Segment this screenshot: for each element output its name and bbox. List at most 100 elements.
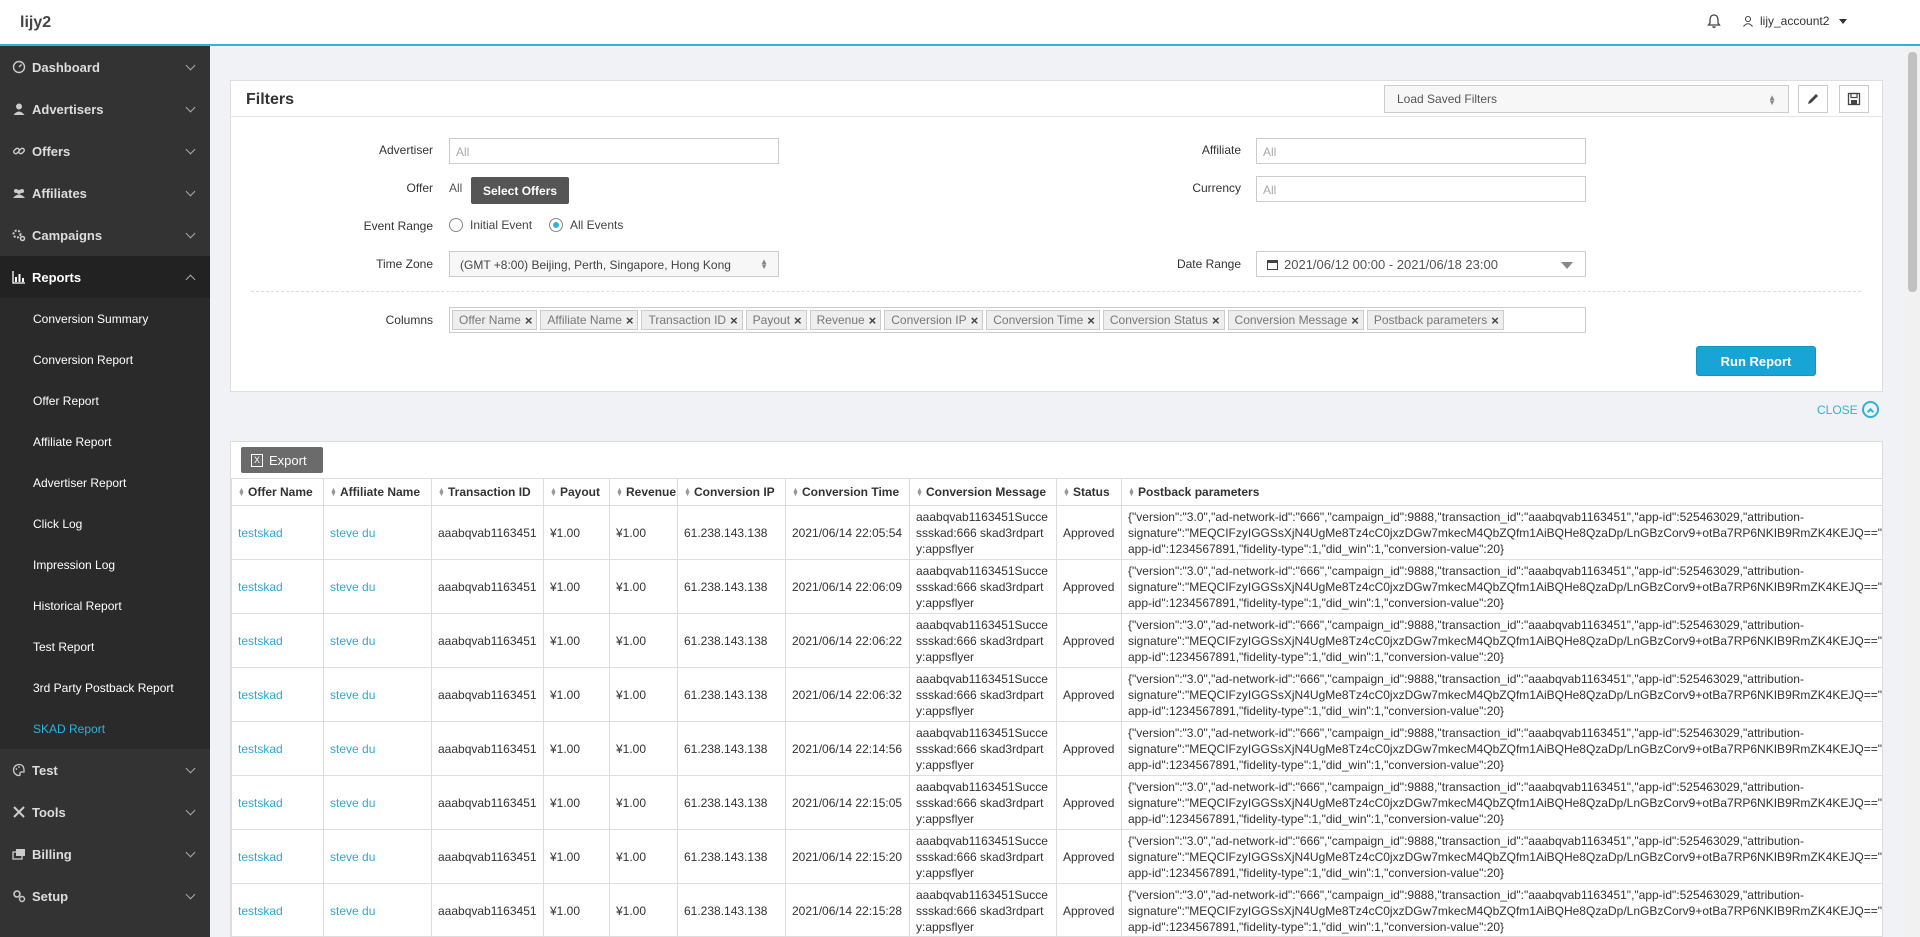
affiliate-name-link[interactable]: steve du — [323, 721, 432, 776]
remove-tag-icon[interactable]: × — [1351, 313, 1359, 328]
sidebar-item-label: Billing — [32, 846, 72, 862]
columns-multiselect[interactable]: Offer Name × Affiliate Name × Transaction … — [449, 307, 1586, 333]
column-header-transaction-id[interactable]: ▲ ▼ Transaction ID — [431, 478, 544, 506]
sidebar-item-affiliates[interactable]: Affiliates — [0, 172, 210, 214]
column-header-postback-parameters[interactable]: ▲ ▼ Postback parameters — [1121, 478, 1882, 506]
affiliate-name-link[interactable]: steve du — [323, 667, 432, 722]
user-menu[interactable]: lijy_account2 — [1742, 14, 1848, 28]
load-saved-filters-select[interactable]: Load Saved Filters ▲ ▼ — [1384, 85, 1789, 113]
edit-filter-button[interactable] — [1798, 85, 1828, 113]
sidebar-item-billing[interactable]: Billing — [0, 833, 210, 875]
affiliate-input[interactable]: All — [1256, 138, 1586, 164]
column-header-conversion-ip[interactable]: ▲ ▼ Conversion IP — [677, 478, 786, 506]
remove-tag-icon[interactable]: × — [626, 313, 634, 328]
event-initial-radio[interactable]: Initial Event — [449, 218, 532, 232]
sidebar-item-test[interactable]: Test — [0, 749, 210, 791]
sidebar-subitem-conversion-summary[interactable]: Conversion Summary — [0, 298, 210, 339]
column-tag[interactable]: Conversion IP × — [884, 310, 984, 330]
affiliate-name-link[interactable]: steve du — [323, 775, 432, 830]
sidebar-item-offers[interactable]: Offers — [0, 130, 210, 172]
scrollbar-thumb[interactable] — [1908, 52, 1917, 292]
conversion-message-cell: aaabqvab1163451Succe ssskad:666 skad3rdpa… — [909, 505, 1057, 560]
sidebar-subitem-conversion-report[interactable]: Conversion Report — [0, 339, 210, 380]
offer-name-link[interactable]: testskad — [231, 505, 324, 560]
user-icon — [13, 103, 25, 115]
column-tag[interactable]: Conversion Message × — [1227, 310, 1364, 330]
column-header-status[interactable]: ▲ ▼ Status — [1056, 478, 1122, 506]
column-tag[interactable]: Postback parameters × — [1366, 310, 1504, 330]
remove-tag-icon[interactable]: × — [525, 313, 533, 328]
sidebar-item-tools[interactable]: Tools — [0, 791, 210, 833]
advertiser-input[interactable]: All — [449, 138, 779, 164]
user-name: lijy_account2 — [1760, 14, 1830, 28]
offer-name-link[interactable]: testskad — [231, 613, 324, 668]
event-all-radio[interactable]: All Events — [549, 218, 623, 232]
column-header-revenue[interactable]: ▲ ▼ Revenue — [609, 478, 678, 506]
sidebar-subitem-impression-log[interactable]: Impression Log — [0, 544, 210, 585]
sidebar-subitem-advertiser-report[interactable]: Advertiser Report — [0, 462, 210, 503]
sort-icon: ▲ ▼ — [916, 486, 923, 498]
sidebar-item-dashboard[interactable]: Dashboard — [0, 46, 210, 88]
remove-tag-icon[interactable]: × — [794, 313, 802, 328]
offer-name-link[interactable]: testskad — [231, 559, 324, 614]
column-tag[interactable]: Revenue × — [809, 310, 882, 330]
sidebar-subitem-affiliate-report[interactable]: Affiliate Report — [0, 421, 210, 462]
chevron-down-icon — [185, 186, 196, 197]
remove-tag-icon[interactable]: × — [730, 313, 738, 328]
conversion-ip-cell: 61.238.143.138 — [677, 505, 786, 560]
column-tag[interactable]: Affiliate Name × — [540, 310, 639, 330]
offer-name-link[interactable]: testskad — [231, 721, 324, 776]
table-row: testskad steve du aaabqvab1163451 ¥1.00 ¥1.0… — [231, 505, 1882, 560]
affiliate-name-link[interactable]: steve du — [323, 559, 432, 614]
sidebar-item-reports[interactable]: Reports — [0, 256, 210, 298]
column-header-payout[interactable]: ▲ ▼ Payout — [543, 478, 610, 506]
sidebar-item-setup[interactable]: Setup — [0, 875, 210, 917]
column-header-conversion-message[interactable]: ▲ ▼ Conversion Message — [909, 478, 1057, 506]
affiliate-name-link[interactable]: steve du — [323, 505, 432, 560]
sidebar-subitem-test-report[interactable]: Test Report — [0, 626, 210, 667]
sidebar-subitem-offer-report[interactable]: Offer Report — [0, 380, 210, 421]
affiliate-name-link[interactable]: steve du — [323, 829, 432, 884]
offer-name-link[interactable]: testskad — [231, 829, 324, 884]
remove-tag-icon[interactable]: × — [1212, 313, 1220, 328]
timezone-select[interactable]: (GMT +8:00) Beijing, Perth, Singapore, H… — [449, 251, 779, 277]
column-tag[interactable]: Transaction ID × — [641, 310, 743, 330]
sidebar-subitem-3rd-party-postback-report[interactable]: 3rd Party Postback Report — [0, 667, 210, 708]
sidebar-item-label: Offers — [32, 143, 71, 159]
offer-name-link[interactable]: testskad — [231, 775, 324, 830]
column-header-affiliate-name[interactable]: ▲ ▼ Affiliate Name — [323, 478, 432, 506]
bell-icon[interactable] — [1706, 13, 1722, 29]
save-filter-button[interactable] — [1839, 85, 1869, 113]
sidebar: Dashboard Advertisers Offers Affiliates … — [0, 46, 210, 937]
export-button[interactable]: X Export — [241, 447, 323, 473]
remove-tag-icon[interactable]: × — [1491, 313, 1499, 328]
sidebar-subitem-skad-report[interactable]: SKAD Report — [0, 708, 210, 749]
export-label: Export — [269, 452, 307, 468]
close-filters-link[interactable]: CLOSE — [1817, 401, 1879, 418]
column-tag[interactable]: Payout × — [745, 310, 807, 330]
offer-name-link[interactable]: testskad — [231, 667, 324, 722]
column-tag[interactable]: Conversion Time × — [986, 310, 1100, 330]
select-offers-button[interactable]: Select Offers — [471, 177, 570, 204]
sidebar-subitem-click-log[interactable]: Click Log — [0, 503, 210, 544]
filters-panel: Filters Load Saved Filters ▲ ▼ Advertiser… — [230, 80, 1883, 392]
sidebar-item-advertisers[interactable]: Advertisers — [0, 88, 210, 130]
sidebar-item-campaigns[interactable]: Campaigns — [0, 214, 210, 256]
affiliate-name-link[interactable]: steve du — [323, 883, 432, 936]
remove-tag-icon[interactable]: × — [971, 313, 979, 328]
column-header-conversion-time[interactable]: ▲ ▼ Conversion Time — [785, 478, 910, 506]
sidebar-subitem-historical-report[interactable]: Historical Report — [0, 585, 210, 626]
column-tag[interactable]: Offer Name × — [452, 310, 538, 330]
run-report-button[interactable]: Run Report — [1696, 346, 1816, 376]
remove-tag-icon[interactable]: × — [1087, 313, 1095, 328]
affiliate-name-link[interactable]: steve du — [323, 613, 432, 668]
vertical-scrollbar[interactable] — [1905, 46, 1920, 937]
conversion-message-cell: aaabqvab1163451Succe ssskad:666 skad3rdpa… — [909, 613, 1057, 668]
offer-name-link[interactable]: testskad — [231, 883, 324, 936]
currency-input[interactable]: All — [1256, 176, 1586, 202]
remove-tag-icon[interactable]: × — [869, 313, 877, 328]
date-range-picker[interactable]: 2021/06/12 00:00 - 2021/06/18 23:00 — [1256, 251, 1586, 277]
column-header-offer-name[interactable]: ▲ ▼ Offer Name — [231, 478, 324, 506]
column-tag[interactable]: Conversion Status × — [1102, 310, 1225, 330]
event-range-label: Event Range — [363, 219, 433, 233]
